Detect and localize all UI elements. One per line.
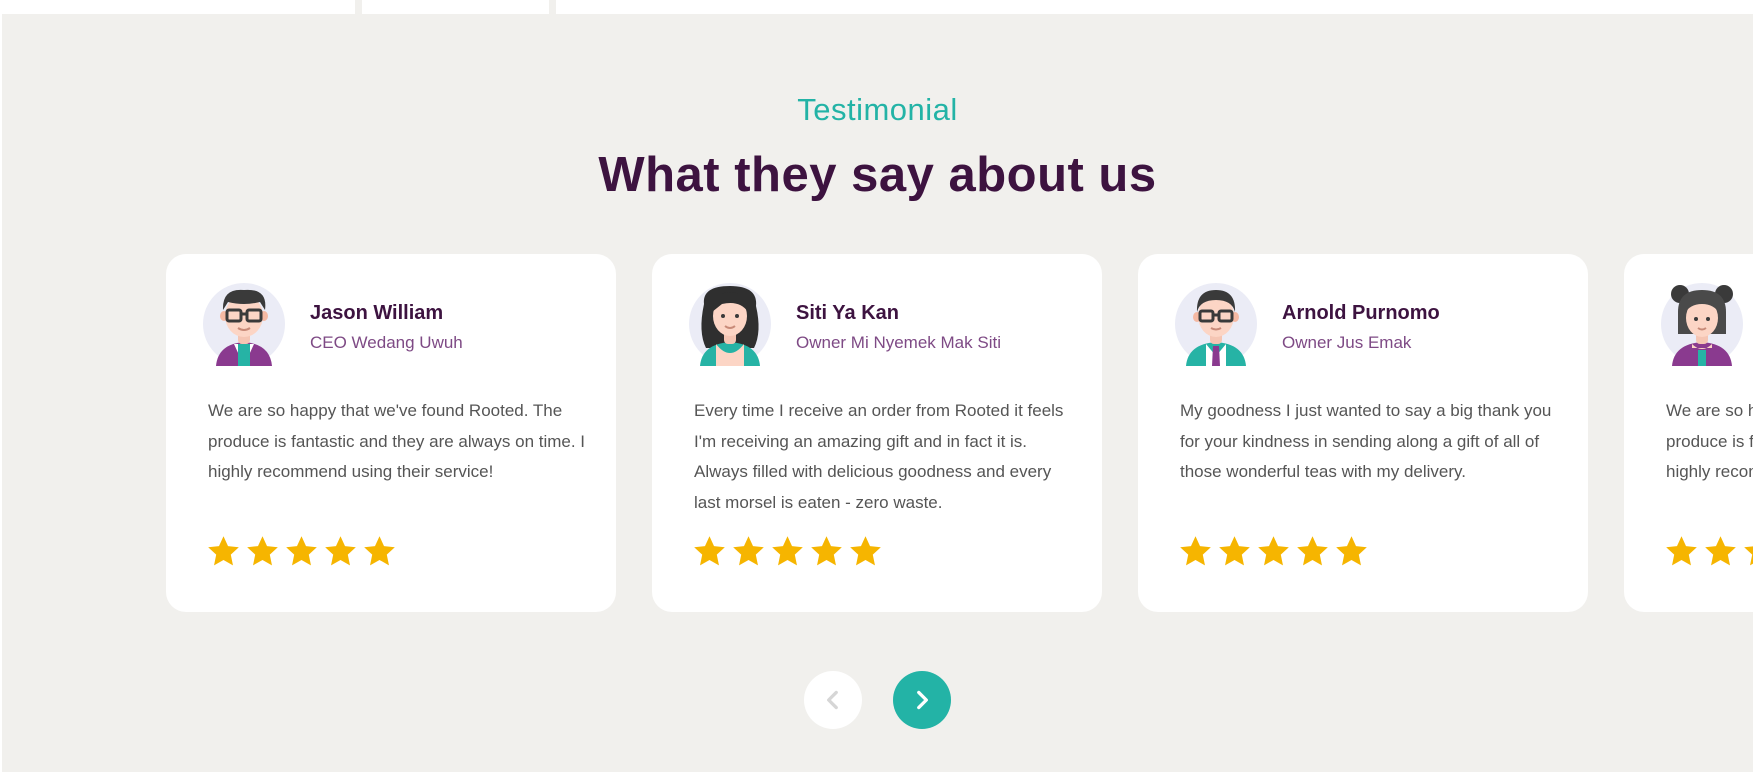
testimonial-role: Owner Jus Emak <box>1282 333 1412 352</box>
star-icon <box>206 534 241 569</box>
testimonial-quote: We are so happy that we've found Rooted.… <box>1666 401 1753 481</box>
testimonial-card: Siti Ya Kan Owner Mi Nyemek Mak Siti Eve… <box>652 254 1102 612</box>
star-icon <box>323 534 358 569</box>
testimonial-card: Arnold Purnomo Owner Jus Emak My goodnes… <box>1138 254 1588 612</box>
woman-long-hair-avatar <box>688 282 772 366</box>
star-icon <box>1295 534 1330 569</box>
star-icon <box>770 534 805 569</box>
star-icon <box>1178 534 1213 569</box>
section-eyebrow: Testimonial <box>797 92 958 127</box>
section-heading: What they say about us <box>598 148 1157 202</box>
testimonial-name: Siti Ya Kan <box>796 302 900 324</box>
top-strip <box>0 0 1755 14</box>
man-glasses-avatar <box>202 282 286 366</box>
testimonial-name: Arnold Purnomo <box>1282 302 1440 324</box>
star-icon <box>1703 534 1738 569</box>
testimonial-name: Jason William <box>310 302 444 324</box>
man-tie-avatar <box>1174 282 1258 366</box>
carousel-prev-button[interactable] <box>804 671 862 729</box>
chevron-right-icon <box>909 687 935 713</box>
woman-buns-avatar <box>1660 282 1744 366</box>
carousel-next-button[interactable] <box>893 671 951 729</box>
star-icon <box>809 534 844 569</box>
testimonial-role: CEO Wedang Uwuh <box>310 333 463 352</box>
star-icon <box>284 534 319 569</box>
star-icon <box>692 534 727 569</box>
star-rating <box>1664 534 1753 569</box>
star-icon <box>1742 534 1753 569</box>
top-divider <box>355 0 362 14</box>
testimonial-card: Jason William CEO Wedang Uwuh We are so … <box>166 254 616 612</box>
star-icon <box>362 534 397 569</box>
star-icon <box>1664 534 1699 569</box>
testimonial-quote: My goodness I just wanted to say a big t… <box>1180 401 1552 481</box>
testimonial-quote: We are so happy that we've found Rooted.… <box>208 401 586 481</box>
star-icon <box>1256 534 1291 569</box>
testimonial-section: Testimonial What they say about us Jason… <box>2 14 1753 772</box>
star-icon <box>245 534 280 569</box>
star-rating <box>1178 534 1369 569</box>
star-icon <box>731 534 766 569</box>
star-icon <box>1334 534 1369 569</box>
chevron-left-icon <box>820 687 846 713</box>
star-icon <box>848 534 883 569</box>
star-rating <box>206 534 397 569</box>
star-icon <box>1217 534 1252 569</box>
testimonial-quote: Every time I receive an order from Roote… <box>694 401 1064 512</box>
star-rating <box>692 534 883 569</box>
top-divider <box>549 0 556 14</box>
testimonial-role: Owner Mi Nyemek Mak Siti <box>796 333 1001 352</box>
testimonial-card: We are so happy that we've found Rooted.… <box>1624 254 1753 612</box>
